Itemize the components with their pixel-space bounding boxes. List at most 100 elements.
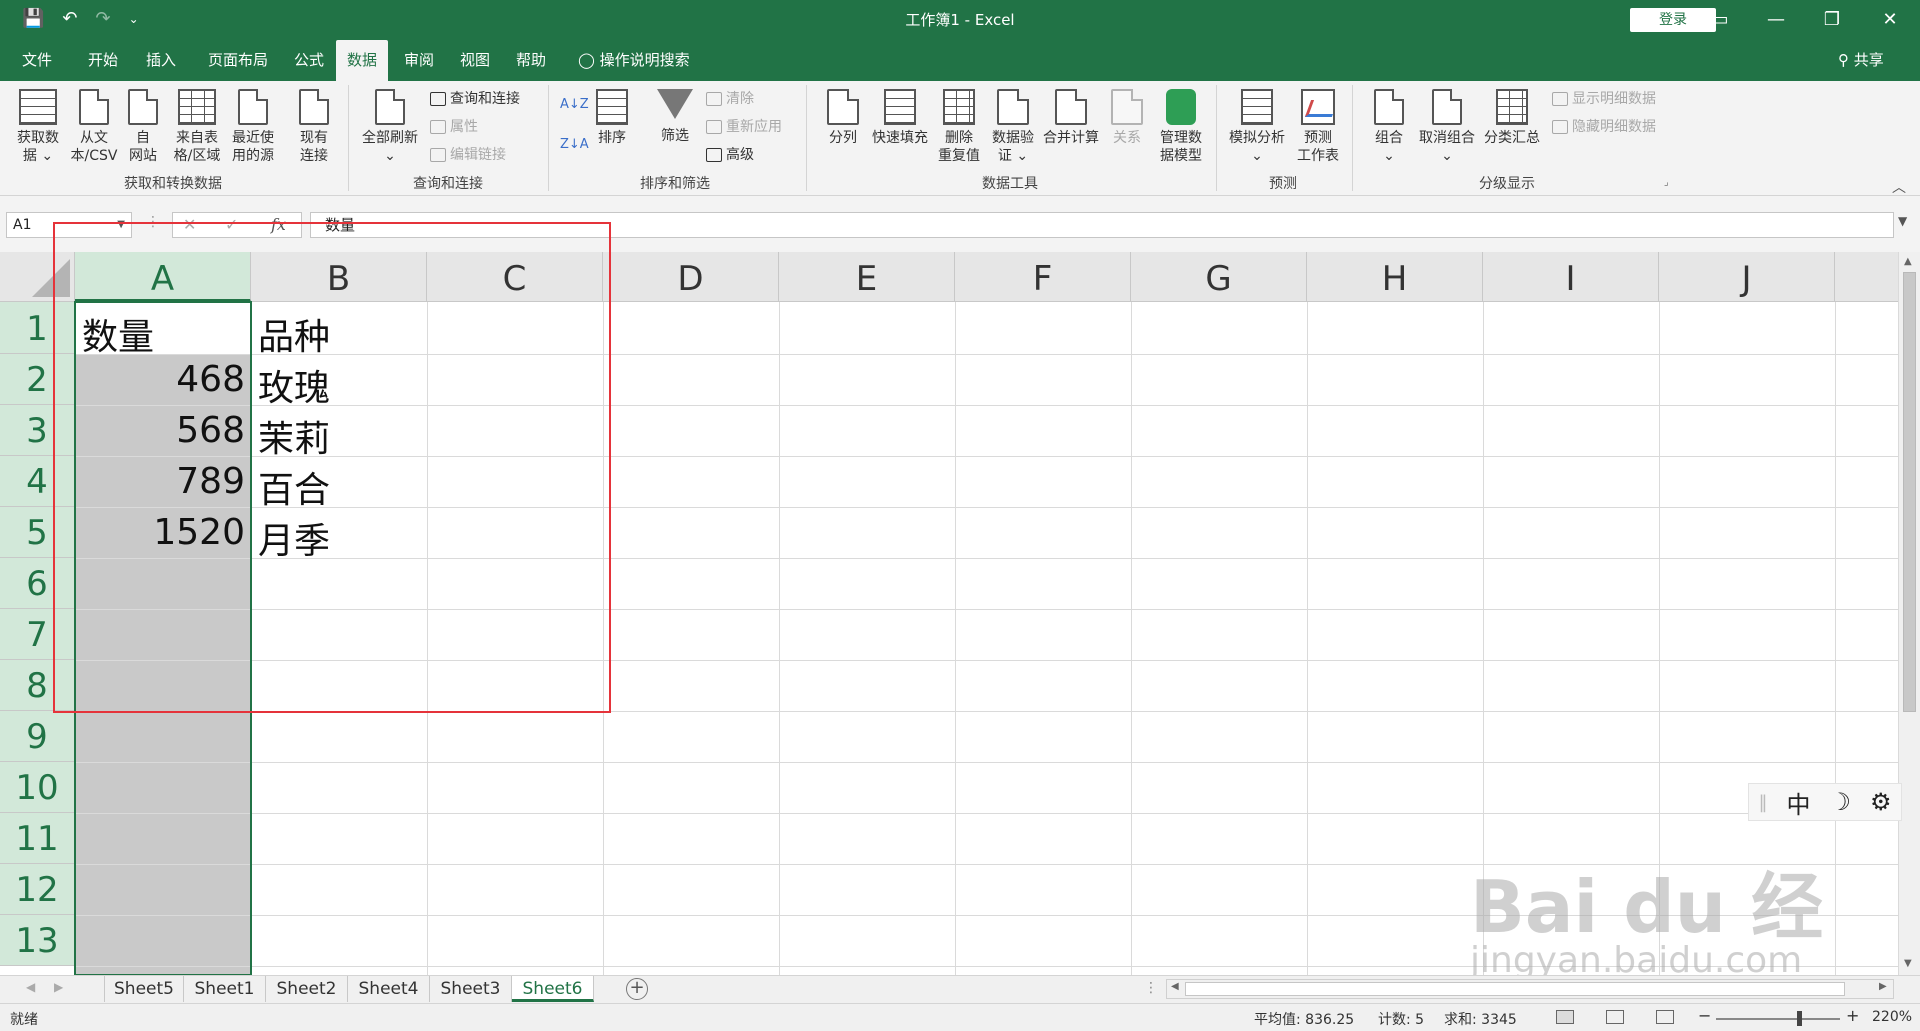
text-to-columns-button[interactable]: 分列 bbox=[820, 89, 866, 147]
data-validation-icon bbox=[997, 89, 1029, 125]
scroll-up-icon[interactable]: ▲ bbox=[1904, 256, 1912, 267]
get-data-button[interactable]: 获取数 据 ⌄ bbox=[8, 89, 68, 165]
column-header-i[interactable]: I bbox=[1483, 252, 1659, 302]
row-header-9[interactable]: 9 bbox=[0, 711, 75, 762]
close-button[interactable]: ✕ bbox=[1870, 6, 1910, 34]
tell-me-search[interactable]: ◯ 操作说明搜索 bbox=[578, 40, 690, 81]
column-header-e[interactable]: E bbox=[779, 252, 955, 302]
properties-button[interactable]: 属性 bbox=[430, 115, 478, 139]
row-header-13[interactable]: 13 bbox=[0, 915, 75, 966]
row-header-10[interactable]: 10 bbox=[0, 762, 75, 813]
moon-icon[interactable]: ☽ bbox=[1829, 788, 1851, 816]
expand-formula-bar-icon[interactable]: ▼ bbox=[1898, 214, 1907, 228]
tab-page-layout[interactable]: 页面布局 bbox=[196, 40, 280, 81]
group-button[interactable]: 组合 ⌄ bbox=[1364, 89, 1414, 165]
share-button[interactable]: ⚲ 共享 bbox=[1838, 40, 1884, 81]
sheet-tab-sheet6[interactable]: Sheet6 bbox=[512, 976, 594, 1002]
edit-links-button[interactable]: 编辑链接 bbox=[430, 143, 506, 167]
from-text-csv-button[interactable]: 从文 本/CSV bbox=[64, 89, 124, 165]
vertical-scroll-thumb[interactable] bbox=[1903, 272, 1916, 712]
zoom-slider[interactable] bbox=[1716, 1018, 1840, 1020]
add-sheet-icon[interactable]: + bbox=[626, 978, 648, 1000]
tab-home[interactable]: 开始 bbox=[76, 40, 130, 81]
scroll-sheets-left-icon[interactable]: ◀ bbox=[26, 980, 35, 994]
remove-duplicates-button[interactable]: 删除 重复值 bbox=[934, 89, 984, 165]
undo-icon[interactable]: ↶ bbox=[62, 8, 77, 30]
scroll-right-icon[interactable]: ▶ bbox=[1879, 981, 1887, 992]
status-sum[interactable]: 求和: 3345 bbox=[1444, 1009, 1517, 1029]
zoom-in-icon[interactable]: + bbox=[1846, 1006, 1859, 1025]
sort-ascending-button[interactable]: A↓Z bbox=[560, 93, 589, 117]
sheet-tab-sheet1[interactable]: Sheet1 bbox=[184, 976, 266, 1002]
row-header-12[interactable]: 12 bbox=[0, 864, 75, 915]
minimize-button[interactable]: — bbox=[1756, 6, 1796, 34]
column-header-f[interactable]: F bbox=[955, 252, 1131, 302]
consolidate-button[interactable]: 合并计算 bbox=[1040, 89, 1102, 147]
ime-grip-icon[interactable]: ‖ bbox=[1758, 792, 1767, 813]
recent-sources-button[interactable]: 最近使 用的源 bbox=[224, 89, 282, 165]
column-header-partial[interactable] bbox=[1835, 252, 1900, 302]
ribbon-display-options-icon[interactable]: ▭ bbox=[1700, 6, 1740, 34]
status-count[interactable]: 计数: 5 bbox=[1378, 1009, 1424, 1029]
what-if-analysis-button[interactable]: 模拟分析 ⌄ bbox=[1224, 89, 1290, 165]
gear-icon[interactable]: ⚙ bbox=[1870, 788, 1892, 816]
page-break-view-icon[interactable] bbox=[1656, 1010, 1674, 1024]
sheet-tab-sheet2[interactable]: Sheet2 bbox=[266, 976, 348, 1002]
queries-connections-button[interactable]: 查询和连接 bbox=[430, 87, 520, 111]
customize-qat-icon[interactable]: ⌄ bbox=[129, 8, 139, 30]
save-icon[interactable]: 💾 bbox=[22, 8, 44, 30]
from-table-range-button[interactable]: 来自表 格/区域 bbox=[168, 89, 226, 165]
show-detail-button[interactable]: 显示明细数据 bbox=[1552, 87, 1656, 111]
sheet-tab-sheet5[interactable]: Sheet5 bbox=[104, 976, 184, 1002]
redo-icon[interactable]: ↷ bbox=[96, 8, 111, 30]
clear-filter-button[interactable]: 清除 bbox=[706, 87, 754, 111]
zoom-slider-thumb[interactable] bbox=[1797, 1011, 1802, 1026]
column-header-d[interactable]: D bbox=[603, 252, 779, 302]
horizontal-scroll-thumb[interactable] bbox=[1185, 982, 1845, 996]
forecast-sheet-button[interactable]: 预测 工作表 bbox=[1292, 89, 1344, 165]
restore-button[interactable]: ❐ bbox=[1812, 6, 1852, 34]
vertical-scrollbar[interactable]: ▲ ▼ bbox=[1898, 252, 1920, 975]
column-header-g[interactable]: G bbox=[1131, 252, 1307, 302]
tab-help[interactable]: 帮助 bbox=[504, 40, 558, 81]
normal-view-icon[interactable] bbox=[1556, 1010, 1574, 1024]
ime-mode-toggle[interactable]: 中 bbox=[1786, 785, 1810, 820]
advanced-filter-button[interactable]: 高级 bbox=[706, 143, 754, 167]
existing-connections-button[interactable]: 现有 连接 bbox=[290, 89, 338, 165]
refresh-all-button[interactable]: 全部刷新 ⌄ bbox=[356, 89, 424, 165]
tab-insert[interactable]: 插入 bbox=[134, 40, 188, 81]
row-header-11[interactable]: 11 bbox=[0, 813, 75, 864]
ungroup-button[interactable]: 取消组合 ⌄ bbox=[1414, 89, 1480, 165]
manage-data-model-button[interactable]: 管理数 据模型 bbox=[1152, 89, 1210, 165]
subtotal-button[interactable]: 分类汇总 bbox=[1480, 89, 1544, 147]
filter-button[interactable]: 筛选 bbox=[652, 89, 698, 145]
zoom-level[interactable]: 220% bbox=[1872, 1009, 1912, 1025]
data-validation-button[interactable]: 数据验 证 ⌄ bbox=[986, 89, 1040, 165]
sort-button[interactable]: 排序 bbox=[590, 89, 634, 147]
column-header-j[interactable]: J bbox=[1659, 252, 1835, 302]
tab-file[interactable]: 文件 bbox=[12, 40, 62, 81]
sheet-tab-sheet3[interactable]: Sheet3 bbox=[430, 976, 512, 1002]
relationships-button[interactable]: 关系 bbox=[1104, 89, 1150, 147]
flash-fill-button[interactable]: 快速填充 bbox=[868, 89, 932, 147]
tab-formulas[interactable]: 公式 bbox=[282, 40, 336, 81]
tab-review[interactable]: 审阅 bbox=[392, 40, 446, 81]
zoom-out-icon[interactable]: − bbox=[1698, 1006, 1711, 1025]
page-layout-view-icon[interactable] bbox=[1606, 1010, 1624, 1024]
scroll-sheets-right-icon[interactable]: ▶ bbox=[54, 980, 63, 994]
tab-split-handle-icon[interactable]: ⋮ bbox=[1144, 980, 1158, 996]
from-web-button[interactable]: 自 网站 bbox=[120, 89, 166, 165]
column-header-h[interactable]: H bbox=[1307, 252, 1483, 302]
hide-detail-button[interactable]: 隐藏明细数据 bbox=[1552, 115, 1656, 139]
reapply-button[interactable]: 重新应用 bbox=[706, 115, 782, 139]
tab-view[interactable]: 视图 bbox=[448, 40, 502, 81]
scroll-down-icon[interactable]: ▼ bbox=[1904, 958, 1912, 969]
scroll-left-icon[interactable]: ◀ bbox=[1171, 981, 1179, 992]
outline-dialog-launcher-icon[interactable]: ⌟ bbox=[1664, 171, 1669, 195]
horizontal-scrollbar[interactable]: ◀ ▶ bbox=[1166, 979, 1894, 999]
sheet-tab-sheet4[interactable]: Sheet4 bbox=[348, 976, 430, 1002]
tab-data[interactable]: 数据 bbox=[336, 40, 388, 81]
sort-descending-button[interactable]: Z↓A bbox=[560, 133, 589, 157]
collapse-ribbon-icon[interactable]: ︿ bbox=[1892, 177, 1906, 197]
status-average[interactable]: 平均值: 836.25 bbox=[1254, 1009, 1354, 1029]
